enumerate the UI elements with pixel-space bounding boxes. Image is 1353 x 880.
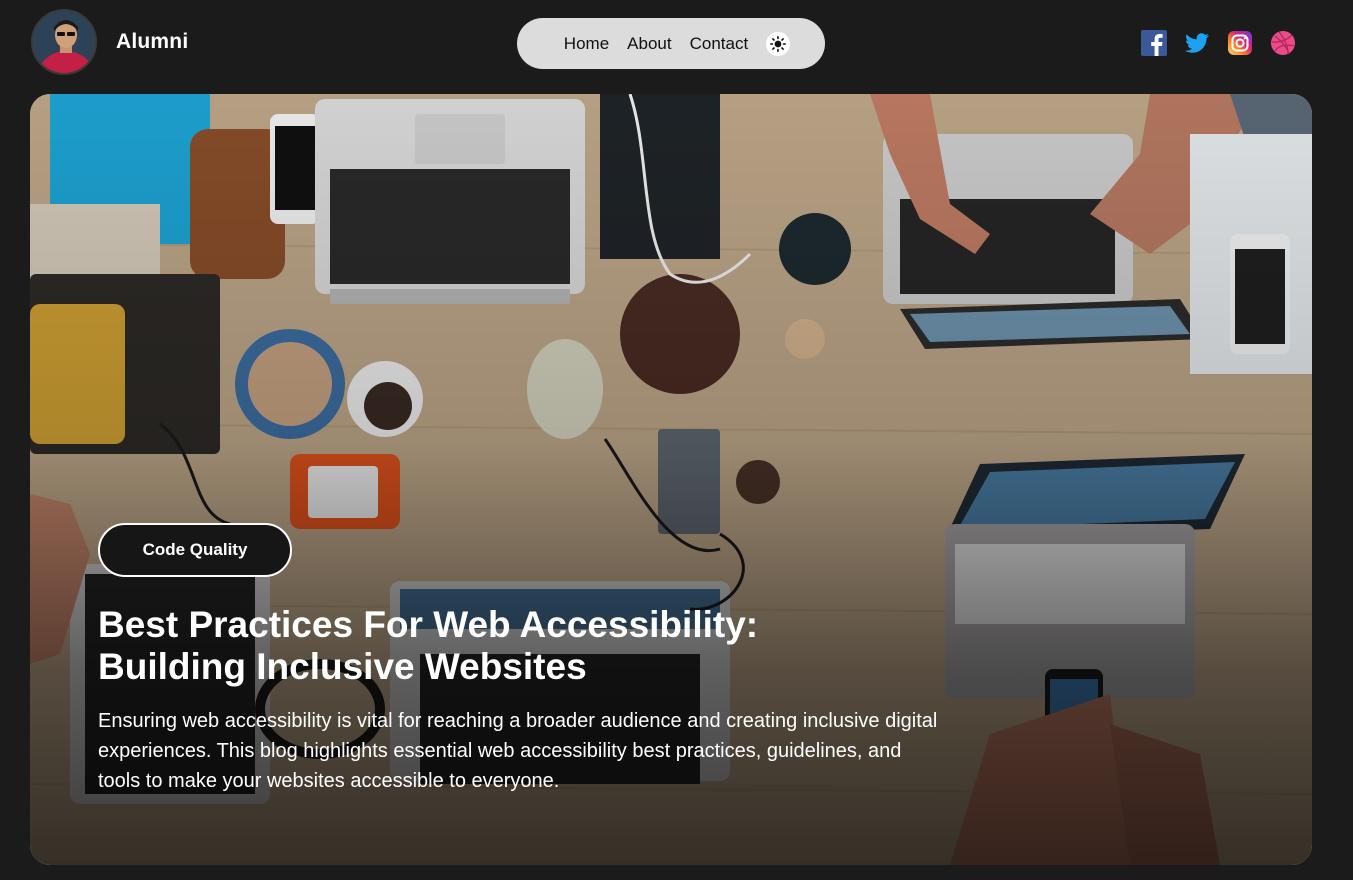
instagram-icon[interactable] bbox=[1227, 30, 1253, 56]
post-title-line-1: Best Practices For Web Accessibility: bbox=[98, 604, 759, 645]
main-nav: Home About Contact bbox=[517, 18, 825, 69]
social-links bbox=[1141, 30, 1313, 56]
facebook-icon[interactable] bbox=[1141, 30, 1167, 56]
category-tag-button[interactable]: Code Quality bbox=[98, 523, 292, 577]
dribbble-icon[interactable] bbox=[1270, 30, 1296, 56]
page: Alumni Home About Contact Code Quality B… bbox=[0, 0, 1353, 880]
sun-icon bbox=[770, 35, 787, 52]
twitter-icon[interactable] bbox=[1184, 30, 1210, 56]
hero-banner[interactable]: Code Quality Best Practices For Web Acce… bbox=[30, 94, 1312, 865]
brand-name[interactable]: Alumni bbox=[116, 30, 188, 54]
post-title-line-2: Building Inclusive Websites bbox=[98, 646, 587, 687]
nav-home[interactable]: Home bbox=[564, 34, 609, 54]
nav-contact[interactable]: Contact bbox=[690, 34, 749, 54]
nav-about[interactable]: About bbox=[627, 34, 671, 54]
post-title[interactable]: Best Practices For Web Accessibility: Bu… bbox=[98, 604, 898, 688]
theme-toggle-button[interactable] bbox=[766, 31, 791, 56]
post-description: Ensuring web accessibility is vital for … bbox=[98, 710, 938, 792]
avatar[interactable] bbox=[31, 9, 97, 75]
